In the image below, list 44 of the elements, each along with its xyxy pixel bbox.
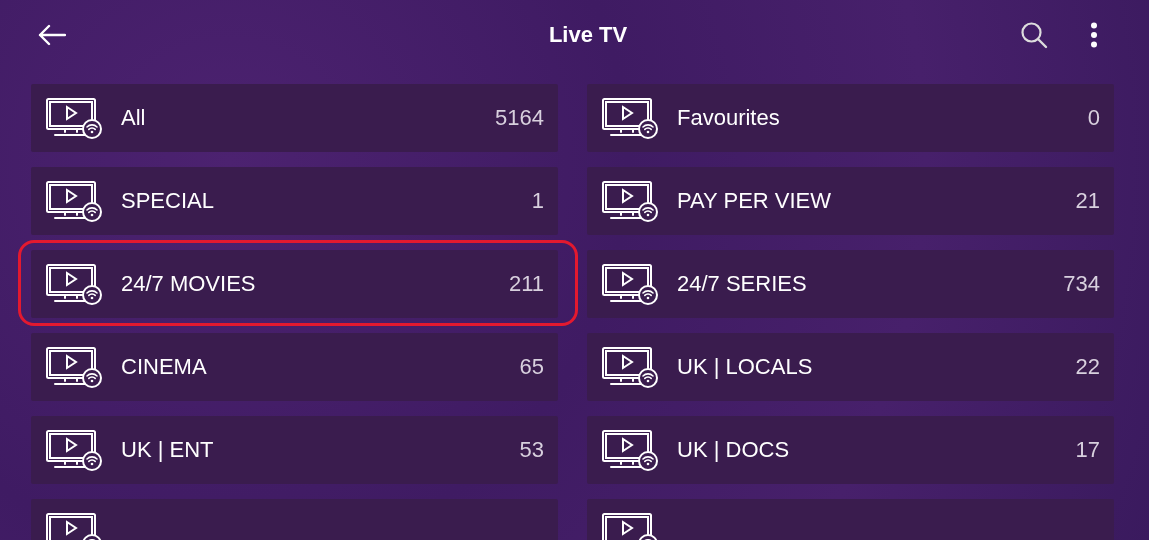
- category-card[interactable]: 24/7 MOVIES 211: [31, 250, 558, 318]
- category-name: All: [121, 105, 147, 131]
- tv-icon: [601, 180, 659, 222]
- channel-count: 53: [519, 437, 544, 463]
- category-name: Favourites: [677, 105, 781, 131]
- category-name: UK | ENT: [121, 437, 215, 463]
- channel-count: 22: [1075, 354, 1100, 380]
- category-name: UK | LOCALS: [677, 354, 814, 380]
- screen-title: Live TV: [547, 22, 628, 48]
- more-options-icon[interactable]: [1090, 22, 1098, 48]
- channel-count: 211: [508, 271, 544, 297]
- tv-icon: [601, 263, 659, 305]
- category-card[interactable]: PAY PER VIEW 21: [587, 167, 1114, 235]
- tv-icon: [601, 429, 659, 471]
- tv-icon: [601, 346, 659, 388]
- channel-count: 5164: [495, 105, 544, 131]
- category-name: CINEMA: [121, 354, 208, 380]
- category-card[interactable]: Favourites 0: [587, 84, 1114, 152]
- category-name: 24/7 SERIES: [677, 271, 808, 297]
- back-arrow-icon[interactable]: [38, 24, 66, 46]
- channel-count: 65: [519, 354, 544, 380]
- category-card[interactable]: UK | ENT 53: [31, 416, 558, 484]
- tv-icon: [601, 97, 659, 139]
- category-card[interactable]: SPECIAL 1: [31, 167, 558, 235]
- category-card[interactable]: CINEMA 65: [31, 333, 558, 401]
- category-card[interactable]: 24/7 SERIES 734: [587, 250, 1114, 318]
- category-name: 24/7 MOVIES: [121, 271, 257, 297]
- tv-icon: [45, 429, 103, 471]
- category-card[interactable]: UK | DOCS 17: [587, 416, 1114, 484]
- tv-icon: [45, 97, 103, 139]
- category-name: PAY PER VIEW: [677, 188, 833, 214]
- category-card[interactable]: All 5164: [31, 84, 558, 152]
- category-name: SPECIAL: [121, 188, 215, 214]
- tv-icon: [45, 180, 103, 222]
- search-icon[interactable]: [1020, 21, 1048, 49]
- channel-count: 1: [531, 188, 544, 214]
- tv-icon: [45, 346, 103, 388]
- channel-count: 734: [1063, 271, 1100, 297]
- category-card[interactable]: UK | LOCALS 22: [587, 333, 1114, 401]
- category-name: UK | DOCS: [677, 437, 791, 463]
- tv-icon: [45, 263, 103, 305]
- channel-count: 17: [1075, 437, 1100, 463]
- channel-count: 0: [1087, 105, 1100, 131]
- channel-count: 21: [1075, 188, 1100, 214]
